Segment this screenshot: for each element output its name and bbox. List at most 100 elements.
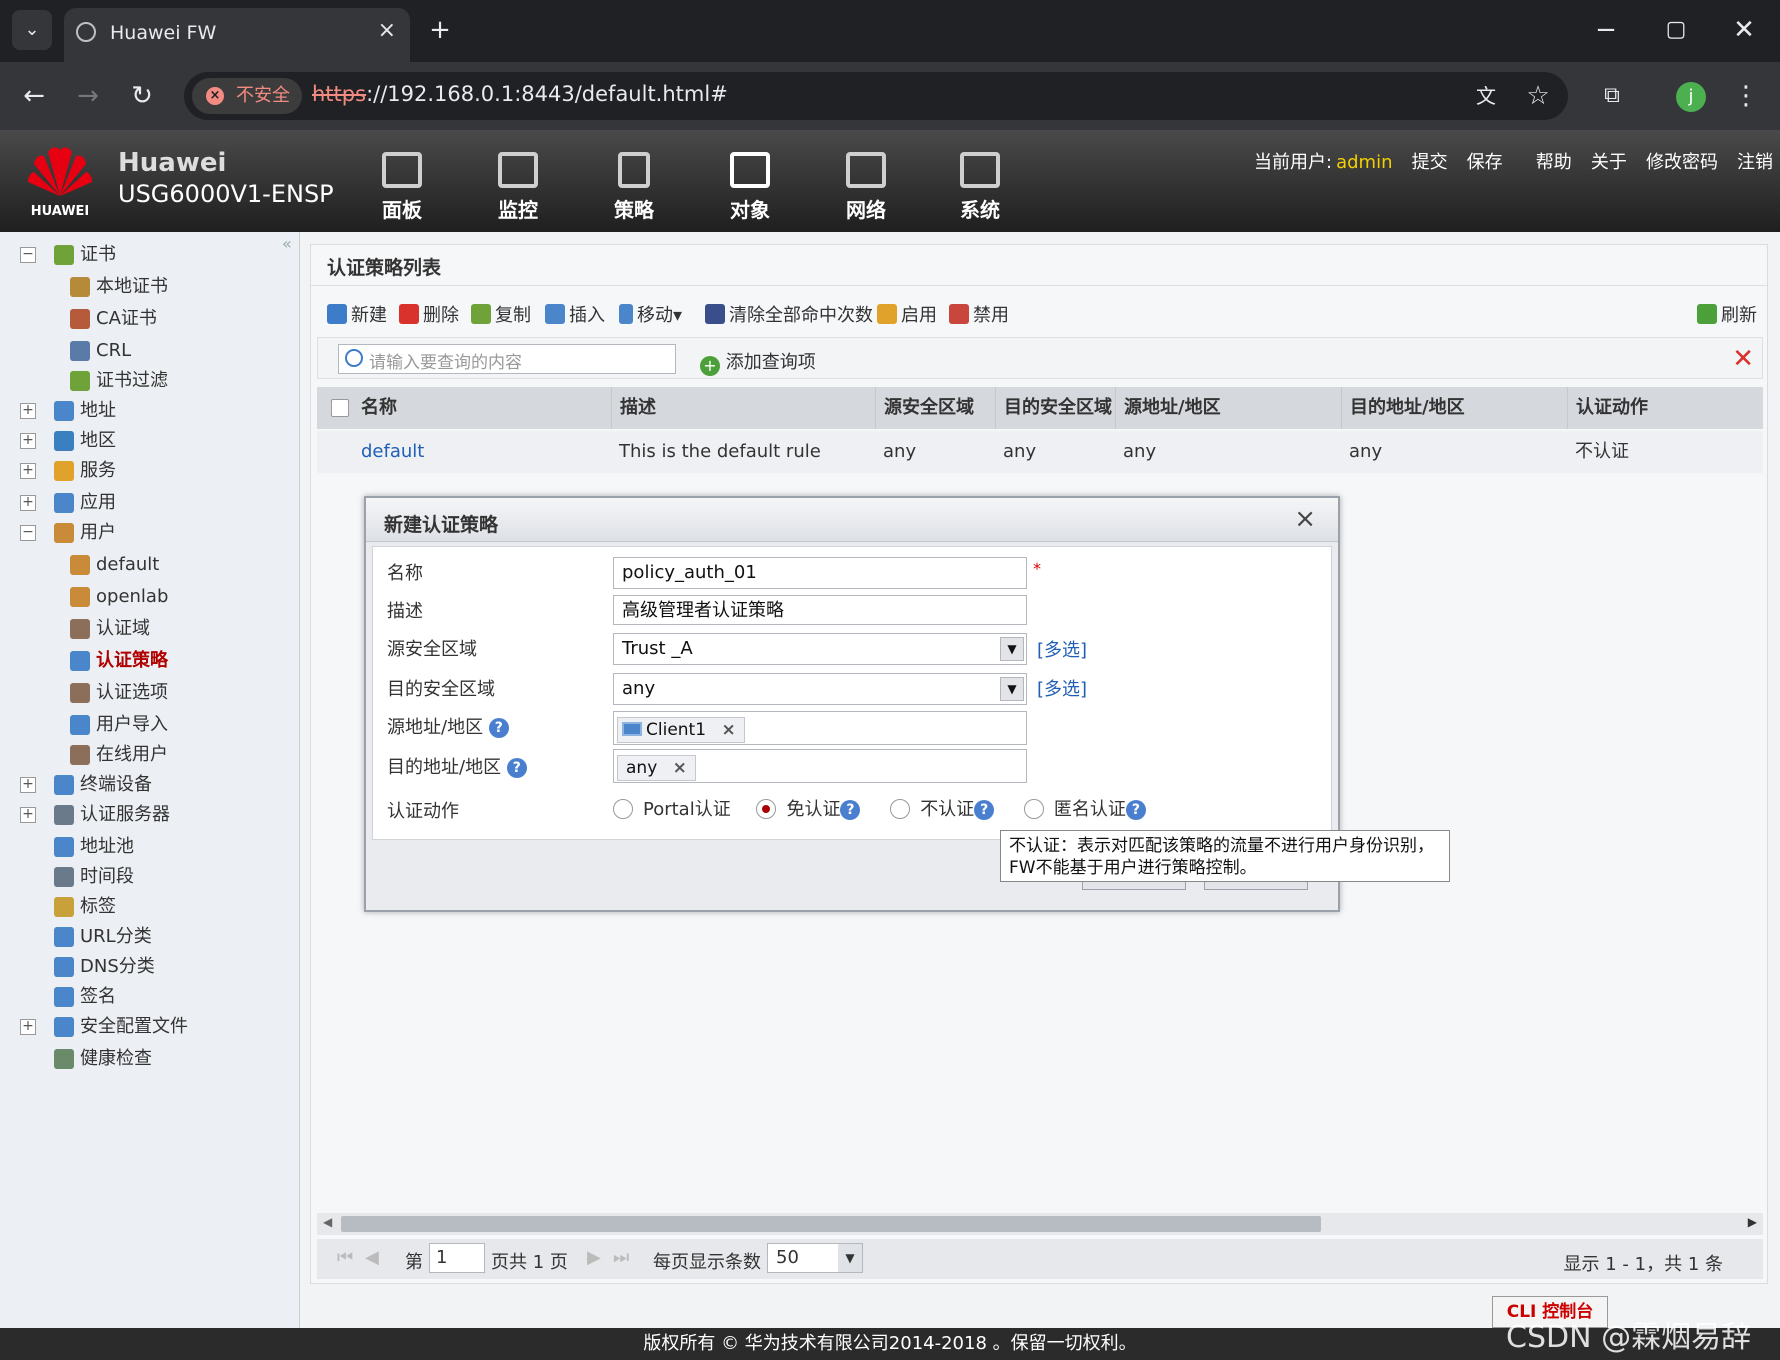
enable-button[interactable]: 启用 [877,301,937,327]
tree-node-icon [54,805,74,825]
nav-policy[interactable]: 策略 [594,152,674,223]
radio-none[interactable]: 不认证? [890,799,995,820]
radio-anonymous[interactable]: 匿名认证? [1023,799,1146,820]
remove-tag-icon[interactable]: × [673,758,687,778]
scroll-left-icon[interactable]: ◀ [323,1215,332,1229]
scroll-right-icon[interactable]: ▶ [1748,1215,1757,1229]
radio-exempt[interactable]: 免认证? [756,799,861,820]
link-submit[interactable]: 提交 [1412,152,1448,173]
expand-icon[interactable]: + [20,807,36,823]
translate-icon[interactable]: 文 [1466,76,1506,116]
new-tab-icon[interactable]: + [420,10,460,50]
description-input[interactable]: 高级管理者认证策略 [613,595,1027,625]
tab-search-icon[interactable]: ⌄ [12,10,52,50]
col-dst-addr[interactable]: 目的地址/地区 [1341,387,1567,429]
help-icon[interactable]: ? [1125,800,1146,820]
dst-zone-select[interactable]: any ▼ [613,673,1027,705]
close-window-icon[interactable]: ✕ [1724,10,1764,50]
remove-tag-icon[interactable]: × [721,720,735,740]
url-field[interactable]: × 不安全 https://192.168.0.1:8443/default.h… [184,72,1568,120]
search-input[interactable]: 请输入要查询的内容 [338,344,676,374]
tree-node-icon [70,651,90,671]
maximize-icon[interactable]: ▢ [1656,10,1696,50]
reload-icon[interactable]: ↻ [122,76,162,116]
expand-icon[interactable]: + [20,495,36,511]
src-zone-multiselect-link[interactable]: [多选] [1037,636,1087,662]
clear-hits-button[interactable]: 清除全部命中次数 [705,301,873,327]
nav-system[interactable]: 系统 [940,152,1020,223]
label-dst-addr: 目的地址/地区 ? [387,753,527,779]
expand-icon[interactable]: + [20,433,36,449]
expand-icon[interactable]: + [20,777,36,793]
nav-monitor[interactable]: 监控 [478,152,558,223]
nav-dashboard[interactable]: 面板 [362,152,442,223]
radio-portal[interactable]: Portal认证 [613,799,731,820]
dst-zone-multiselect-link[interactable]: [多选] [1037,675,1087,701]
back-icon[interactable]: ← [14,76,54,116]
select-all-checkbox[interactable] [331,399,349,417]
dst-addr-tag-input[interactable]: any × [613,749,1027,783]
horizontal-scrollbar[interactable]: ◀ ▶ [317,1213,1763,1235]
link-save[interactable]: 保存 [1467,152,1503,173]
first-page-icon[interactable]: ⏮ [337,1247,353,1268]
link-change-password[interactable]: 修改密码 [1646,152,1718,173]
col-dst-zone[interactable]: 目的安全区域 [995,387,1115,429]
link-help[interactable]: 帮助 [1536,152,1572,173]
per-page-select[interactable]: 50 ▼ [767,1243,863,1273]
tree-node-icon [70,745,90,765]
col-name[interactable]: 名称 [353,387,613,429]
help-icon[interactable]: ? [488,718,509,738]
col-action[interactable]: 认证动作 [1567,387,1763,429]
add-query-button[interactable]: + 添加查询项 [700,348,816,376]
collapse-icon[interactable]: − [20,525,36,541]
move-button[interactable]: 移动▾ [619,301,682,327]
help-icon[interactable]: ? [974,800,995,820]
browser-tab[interactable]: Huawei FW × [64,8,410,62]
globe-icon [76,22,96,42]
new-button[interactable]: 新建 [327,301,387,327]
expand-icon[interactable]: + [20,1019,36,1035]
link-logout[interactable]: 注销 [1737,152,1773,173]
table-row[interactable]: default This is the default rule any any… [317,431,1763,473]
copy-icon [471,304,491,324]
expand-icon[interactable]: + [20,403,36,419]
nav-object[interactable]: 对象 [710,152,790,223]
last-page-icon[interactable]: ⏭ [613,1247,629,1268]
tree-node-icon [54,987,74,1007]
next-page-icon[interactable]: ▶ [587,1247,601,1268]
disable-button[interactable]: 禁用 [949,301,1009,327]
src-zone-select[interactable]: Trust _A ▼ [613,633,1027,665]
collapse-sidebar-icon[interactable]: « [282,234,292,253]
page-number-input[interactable]: 1 [429,1243,485,1273]
tree-node-icon [54,523,74,543]
tree-node-icon [70,683,90,703]
delete-button[interactable]: 删除 [399,301,459,327]
clear-search-icon[interactable]: ✕ [1732,344,1754,374]
expand-icon[interactable]: + [20,463,36,479]
insert-button[interactable]: 插入 [545,301,605,327]
collapse-icon[interactable]: − [20,247,36,263]
menu-kebab-icon[interactable]: ⋮ [1726,76,1766,116]
col-src-addr[interactable]: 源地址/地区 [1115,387,1341,429]
prev-page-icon[interactable]: ◀ [365,1247,379,1268]
col-desc[interactable]: 描述 [611,387,875,429]
col-src-zone[interactable]: 源安全区域 [875,387,995,429]
copy-button[interactable]: 复制 [471,301,531,327]
dialog-close-icon[interactable]: × [1294,504,1316,534]
help-icon[interactable]: ? [840,800,861,820]
name-input[interactable]: policy_auth_01 [613,557,1027,589]
row-name-link[interactable]: default [353,431,424,473]
scrollbar-thumb[interactable] [341,1216,1321,1232]
refresh-button[interactable]: 刷新 [1697,301,1757,327]
forward-icon[interactable]: → [68,76,108,116]
security-chip[interactable]: × 不安全 [192,78,302,114]
bookmark-star-icon[interactable]: ☆ [1518,76,1558,116]
extensions-icon[interactable]: ⧉ [1592,76,1632,116]
tab-close-icon[interactable]: × [378,18,396,43]
profile-avatar[interactable]: j [1676,82,1706,112]
help-icon[interactable]: ? [506,758,527,778]
src-addr-tag-input[interactable]: Client1 × [613,711,1027,745]
minimize-icon[interactable]: − [1586,10,1626,50]
link-about[interactable]: 关于 [1591,152,1627,173]
nav-network[interactable]: 网络 [826,152,906,223]
